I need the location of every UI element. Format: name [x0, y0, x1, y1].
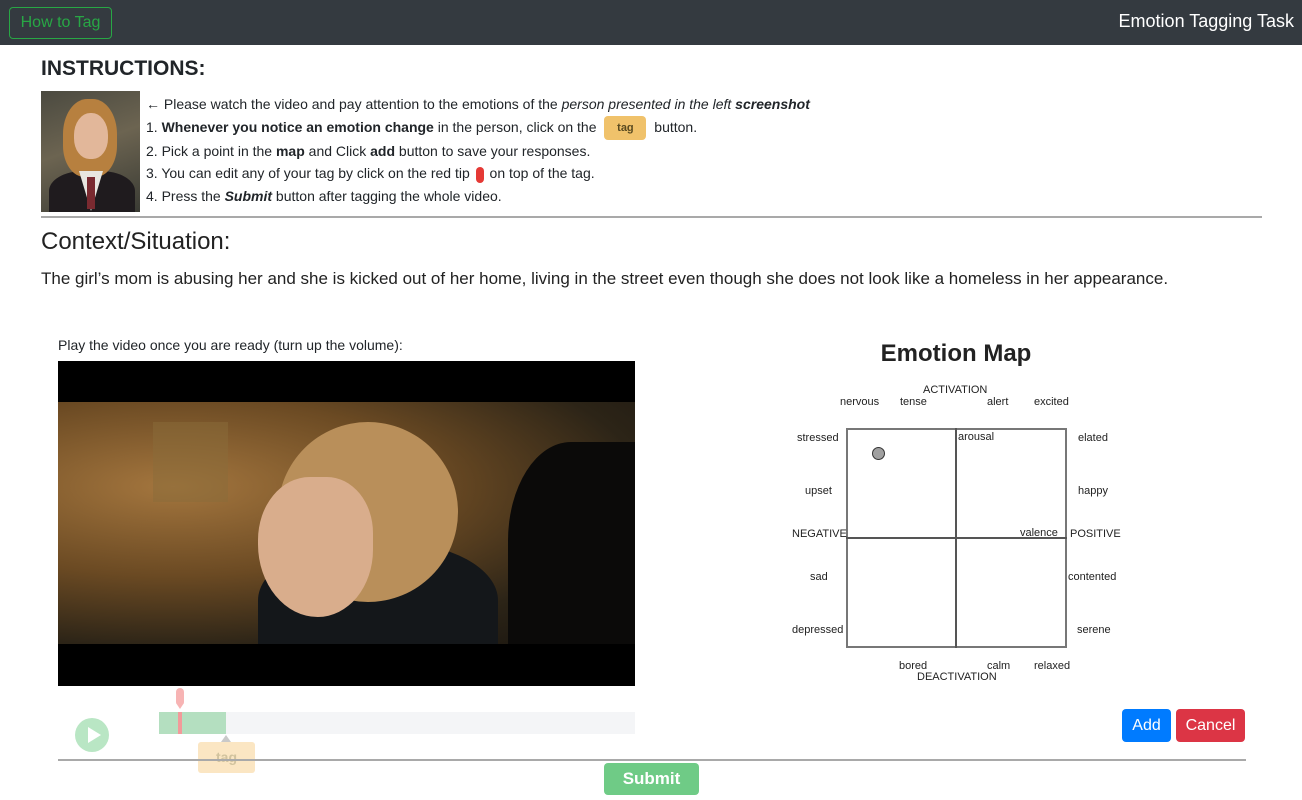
red-tip-handle[interactable] [176, 688, 184, 709]
play-button[interactable] [75, 718, 109, 752]
tag-button[interactable]: tag [198, 742, 255, 773]
video-player[interactable] [58, 361, 635, 686]
person-screenshot [41, 91, 140, 212]
label-nervous: nervous [840, 396, 880, 408]
context-text: The girl’s mom is abusing her and she is… [41, 269, 1169, 288]
app-title: Emotion Tagging Task [1118, 11, 1294, 31]
selected-map-point[interactable] [872, 447, 885, 460]
label-stressed: stressed [797, 432, 839, 444]
label-depressed: depressed [792, 624, 844, 636]
how-to-tag-button[interactable]: How to Tag [9, 7, 112, 39]
instruction-line-2: 2. Pick a point in the map and Click add… [146, 142, 591, 159]
tag-example-chip: tag [604, 115, 647, 140]
label-alert: alert [987, 396, 1009, 408]
label-arousal: arousal [958, 431, 995, 443]
video-frame [58, 402, 635, 644]
label-excited: excited [1034, 396, 1069, 408]
section-divider [41, 216, 1262, 218]
instruction-line-0: ← Please watch the video and pay attenti… [146, 96, 810, 112]
instructions-list: ← Please watch the video and pay attenti… [146, 93, 810, 207]
video-hint: Play the video once you are ready (turn … [58, 337, 403, 353]
instruction-line-3: 3. You can edit any of your tag by click… [146, 165, 595, 183]
label-activation: ACTIVATION [923, 384, 988, 396]
cancel-button[interactable]: Cancel [1176, 709, 1245, 742]
video-timeline[interactable] [159, 712, 635, 734]
submit-button[interactable]: Submit [604, 763, 699, 795]
label-serene: serene [1077, 624, 1111, 636]
label-upset: upset [805, 485, 832, 497]
label-relaxed: relaxed [1034, 660, 1071, 672]
label-valence: valence [1020, 527, 1058, 539]
label-tense: tense [900, 396, 927, 408]
top-navbar: How to Tag Emotion Tagging Task [0, 0, 1302, 45]
instruction-line-1: 1. Whenever you notice an emotion change… [146, 115, 810, 140]
tag-marker[interactable] [178, 712, 182, 734]
tag-caret-icon [221, 735, 231, 742]
timeline-progress [159, 712, 226, 734]
label-elated: elated [1078, 432, 1108, 444]
context-heading: Context/Situation: [41, 228, 231, 255]
play-icon [87, 727, 101, 743]
label-positive: POSITIVE [1070, 528, 1121, 540]
add-button[interactable]: Add [1122, 709, 1171, 742]
label-deactivation: DEACTIVATION [917, 671, 997, 683]
emotion-map-title: Emotion Map [880, 340, 1032, 367]
instruction-line-4: 4. Press the Submit button after tagging… [146, 187, 502, 204]
label-negative: NEGATIVE [792, 528, 847, 540]
label-happy: happy [1078, 485, 1108, 497]
bottom-divider [58, 759, 1246, 761]
instructions-heading: INSTRUCTIONS: [41, 57, 206, 80]
red-tip-icon [475, 166, 484, 183]
label-sad: sad [810, 571, 828, 583]
label-contented: contented [1068, 571, 1117, 583]
